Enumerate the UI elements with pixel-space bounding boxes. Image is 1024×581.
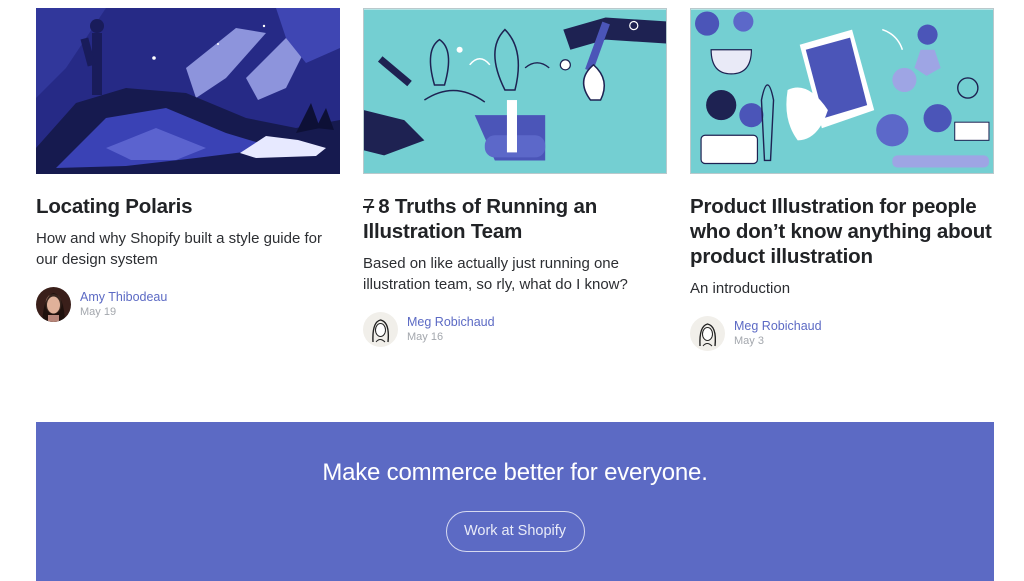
article-title-text: Product Illustration for people who don’…: [690, 195, 992, 268]
article-title-text: 8 Truths of Running an Illustration Team: [363, 195, 598, 243]
avatar[interactable]: [690, 316, 725, 351]
article-title[interactable]: 78 Truths of Running an Illustration Tea…: [363, 194, 667, 244]
product-illustration-illustration: [691, 9, 993, 173]
author-meta: Meg Robichaud May 3: [734, 318, 822, 349]
article-card: Product Illustration for people who don’…: [690, 8, 994, 351]
author-block: Meg Robichaud May 16: [363, 312, 667, 347]
article-subtitle: Based on like actually just running one …: [363, 255, 628, 293]
avatar[interactable]: [36, 287, 71, 322]
careers-banner: Make commerce better for everyone. Work …: [36, 422, 994, 581]
article-title[interactable]: Product Illustration for people who don’…: [690, 194, 994, 269]
author-meta: Meg Robichaud May 16: [407, 314, 495, 345]
publish-date: May 16: [407, 331, 444, 343]
meg-avatar-image: [690, 316, 725, 351]
article-title[interactable]: Locating Polaris: [36, 194, 340, 219]
article-card: Locating Polaris How and why Shopify bui…: [36, 8, 340, 322]
author-block: Amy Thibodeau May 19: [36, 287, 340, 322]
meg-avatar-image: [363, 312, 398, 347]
work-at-shopify-button[interactable]: Work at Shopify: [445, 511, 585, 552]
author-block: Meg Robichaud May 3: [690, 316, 994, 351]
polaris-illustration: [36, 8, 340, 174]
article-title-text: Locating Polaris: [36, 195, 193, 218]
article-card: 78 Truths of Running an Illustration Tea…: [363, 8, 667, 347]
amy-avatar-image: [36, 287, 71, 322]
article-thumbnail[interactable]: [690, 8, 994, 174]
banner-heading: Make commerce better for everyone.: [322, 459, 708, 486]
avatar[interactable]: [363, 312, 398, 347]
author-name[interactable]: Meg Robichaud: [407, 314, 495, 330]
author-name[interactable]: Meg Robichaud: [734, 318, 822, 334]
article-subtitle: An introduction: [690, 280, 791, 297]
article-subtitle: How and why Shopify built a style guide …: [36, 230, 322, 268]
article-thumbnail[interactable]: [363, 8, 667, 174]
article-thumbnail[interactable]: [36, 8, 340, 174]
article-title-strikethrough: 7: [363, 195, 375, 218]
illustration-team-illustration: [364, 9, 666, 173]
author-name[interactable]: Amy Thibodeau: [80, 289, 167, 305]
author-meta: Amy Thibodeau May 19: [80, 289, 167, 320]
publish-date: May 3: [734, 335, 764, 347]
publish-date: May 19: [80, 306, 117, 318]
